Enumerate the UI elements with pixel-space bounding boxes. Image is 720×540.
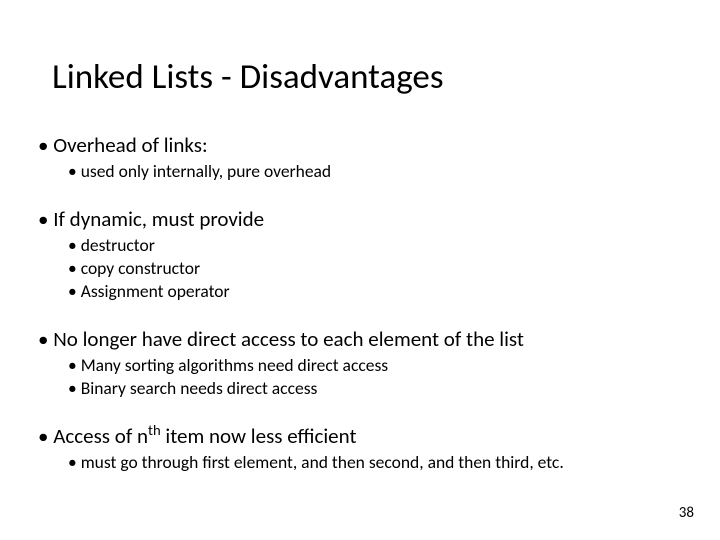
page-number: 38	[679, 504, 694, 522]
bullet-group: If dynamic, must provide destructor copy…	[36, 206, 684, 302]
bullet-level2: used only internally, pure overhead	[36, 160, 684, 182]
bullet-level1: No longer have direct access to each ele…	[36, 326, 684, 352]
slide-title: Linked Lists - Disadvantages	[52, 56, 444, 98]
bullet-level2: Assignment operator	[36, 280, 684, 302]
bullet-level2: Binary search needs direct access	[36, 377, 684, 399]
bullet-level1: If dynamic, must provide	[36, 206, 684, 232]
bullet-level2: destructor	[36, 234, 684, 256]
bullet-group: Access of nth item now less efficient mu…	[36, 423, 684, 473]
slide-body: Overhead of links: used only internally,…	[36, 132, 684, 497]
bullet-level1: Access of nth item now less efficient	[36, 423, 684, 449]
bullet-level1: Overhead of links:	[36, 132, 684, 158]
bullet-group: No longer have direct access to each ele…	[36, 326, 684, 399]
slide: Linked Lists - Disadvantages Overhead of…	[0, 0, 720, 540]
bullet-level2: copy constructor	[36, 257, 684, 279]
bullet-group: Overhead of links: used only internally,…	[36, 132, 684, 182]
bullet-level2: must go through first element, and then …	[36, 451, 684, 473]
bullet-level2: Many sorting algorithms need direct acce…	[36, 354, 684, 376]
